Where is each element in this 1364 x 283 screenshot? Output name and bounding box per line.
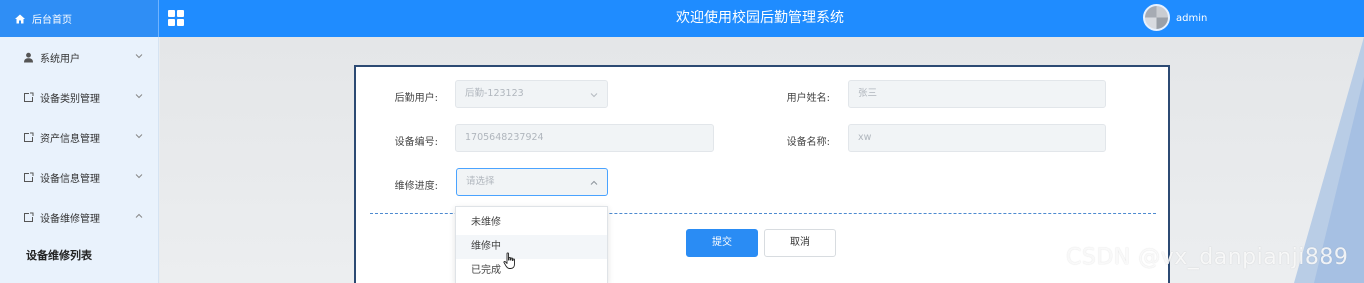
cancel-button[interactable]: 取消 xyxy=(764,229,836,257)
device-name-field[interactable]: xw xyxy=(848,124,1106,152)
logistics-user-select[interactable]: 后勤-123123 xyxy=(455,80,608,108)
chevron-down-icon xyxy=(590,93,598,98)
sidebar-item-label: 设备信息管理 xyxy=(40,173,100,185)
external-link-icon xyxy=(22,131,34,143)
sidebar-subitem-repair-list[interactable]: 设备维修列表 xyxy=(0,235,159,275)
external-link-icon xyxy=(22,91,34,103)
user-name-label: 用户姓名: xyxy=(786,93,830,104)
page-title: 欢迎使用校园后勤管理系统 xyxy=(676,10,844,26)
user-name-field[interactable]: 张三 xyxy=(848,80,1106,108)
dropdown-option-completed[interactable]: 已完成 xyxy=(456,259,607,283)
avatar[interactable] xyxy=(1143,4,1170,31)
menu-toggle-icon[interactable] xyxy=(168,10,184,26)
device-no-label: 设备编号: xyxy=(394,137,438,148)
chevron-down-icon xyxy=(135,174,143,179)
chevron-down-icon xyxy=(135,54,143,59)
logistics-user-value: 后勤-123123 xyxy=(465,88,524,99)
chevron-up-icon xyxy=(590,180,598,185)
sidebar-item-label: 资产信息管理 xyxy=(40,133,100,145)
chevron-up-icon xyxy=(135,213,143,218)
sidebar-item-asset-info[interactable]: 资产信息管理 xyxy=(0,117,159,157)
sidebar: 系统用户 设备类别管理 资产信息管理 设备信息管理 设备维修管理 设备维修列表 xyxy=(0,37,159,283)
hand-cursor-icon xyxy=(503,252,515,269)
home-link[interactable]: 后台首页 xyxy=(0,0,159,37)
logistics-user-label: 后勤用户: xyxy=(394,93,438,104)
device-no-field[interactable]: 1705648237924 xyxy=(455,124,714,152)
user-icon xyxy=(22,51,34,63)
dropdown-option-repairing[interactable]: 维修中 xyxy=(456,235,607,259)
external-link-icon xyxy=(22,171,34,183)
device-name-label: 设备名称: xyxy=(786,137,830,148)
chevron-down-icon xyxy=(135,94,143,99)
sidebar-item-label: 设备维修管理 xyxy=(40,213,100,225)
device-no-value: 1705648237924 xyxy=(465,132,544,143)
progress-select[interactable]: 请选择 xyxy=(456,168,608,196)
progress-label: 维修进度: xyxy=(394,181,438,192)
progress-dropdown: 未维修 维修中 已完成 xyxy=(455,206,608,283)
dropdown-option-not-repaired[interactable]: 未维修 xyxy=(456,211,607,235)
progress-placeholder: 请选择 xyxy=(466,176,495,187)
username[interactable]: admin xyxy=(1176,0,1207,37)
sidebar-item-device-info[interactable]: 设备信息管理 xyxy=(0,157,159,197)
external-link-icon xyxy=(22,211,34,223)
sidebar-item-device-category[interactable]: 设备类别管理 xyxy=(0,77,159,117)
top-bar: 后台首页 欢迎使用校园后勤管理系统 admin xyxy=(0,0,1364,37)
submit-button[interactable]: 提交 xyxy=(686,229,758,257)
sidebar-item-label: 系统用户 xyxy=(40,53,80,65)
user-name-value: 张三 xyxy=(858,88,878,99)
home-link-label: 后台首页 xyxy=(32,15,72,26)
sidebar-item-label: 设备类别管理 xyxy=(40,93,100,105)
sidebar-item-system-users[interactable]: 系统用户 xyxy=(0,37,159,77)
home-icon xyxy=(14,13,26,25)
sidebar-item-device-repair[interactable]: 设备维修管理 xyxy=(0,197,159,237)
watermark: CSDN @vx_danpianji889 xyxy=(1066,245,1349,270)
device-name-value: xw xyxy=(858,132,872,143)
chevron-down-icon xyxy=(135,134,143,139)
